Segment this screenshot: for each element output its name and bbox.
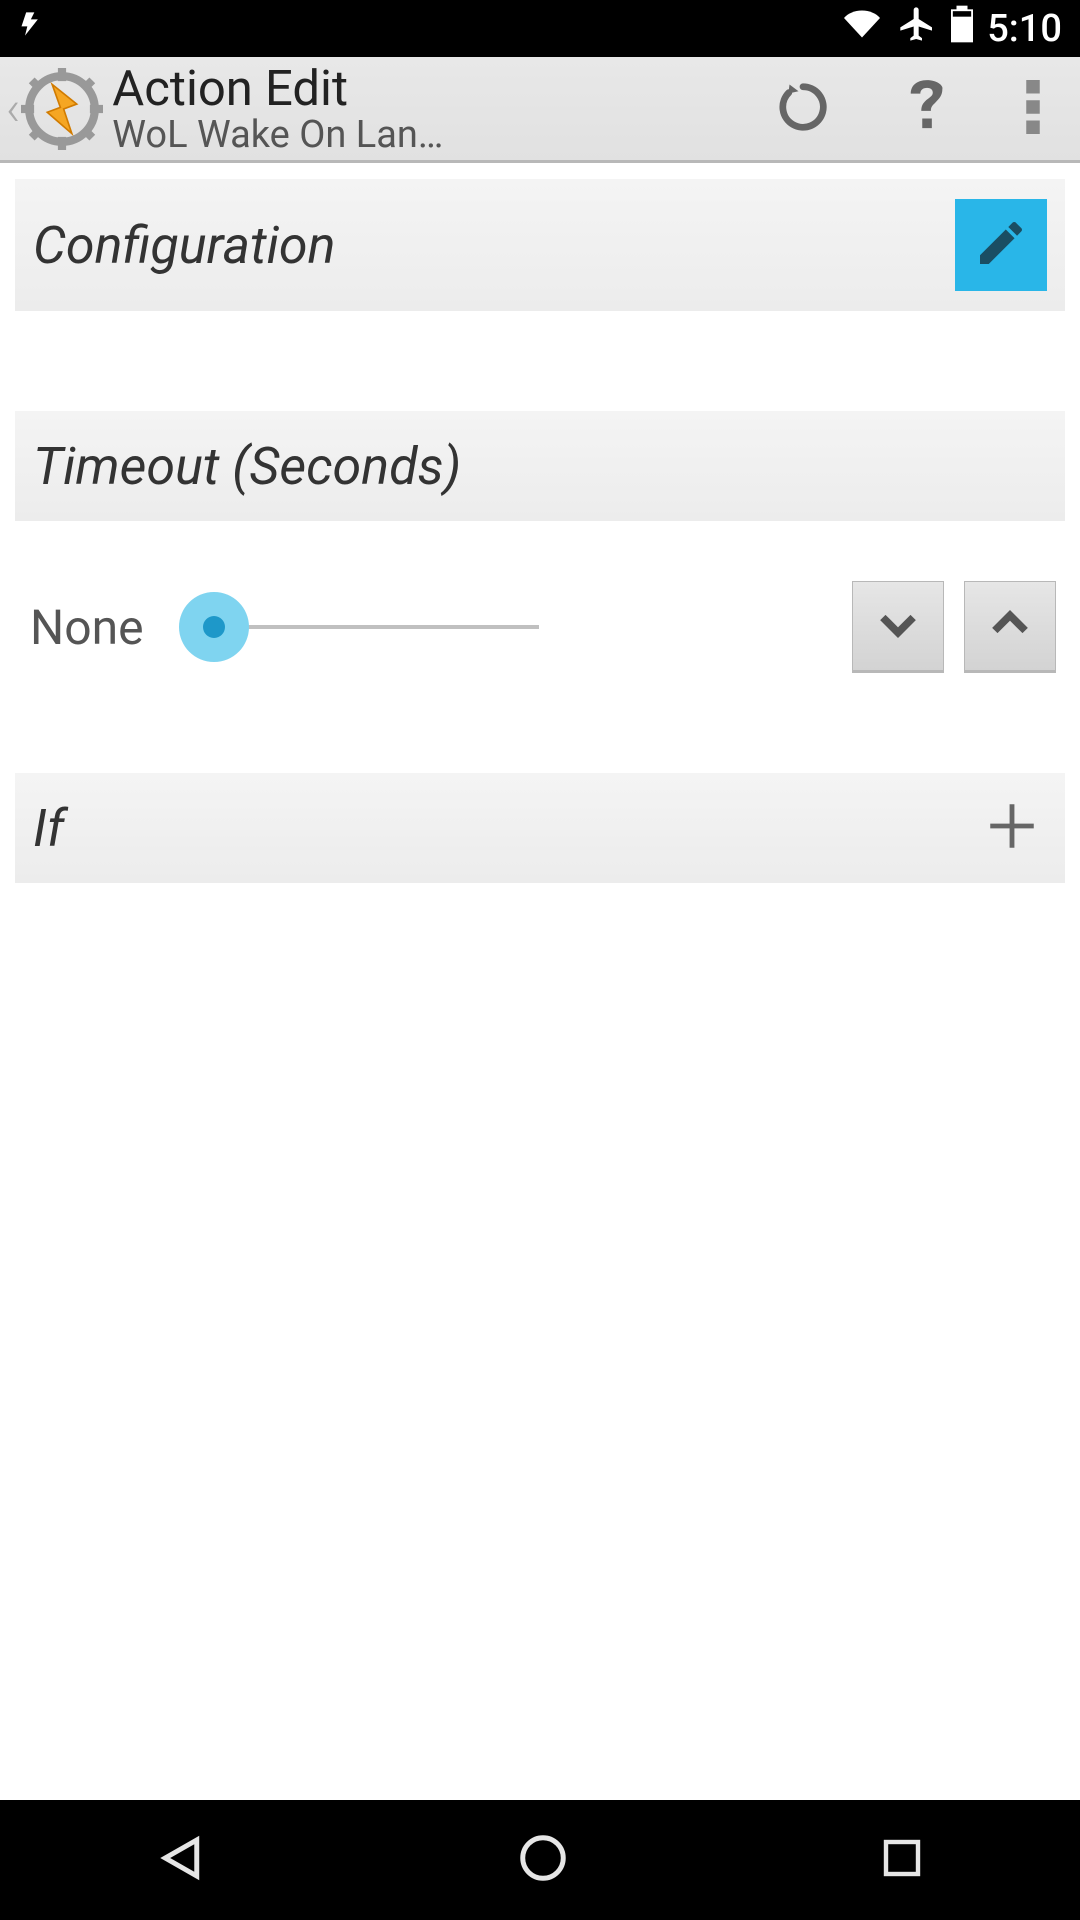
timeout-value: None [30,599,170,656]
slider-thumb[interactable] [179,592,249,662]
timeout-control-row: None [0,521,1080,733]
refresh-button[interactable] [776,80,830,138]
back-button[interactable]: ‹ [6,63,108,155]
nav-recent-button[interactable] [878,1834,926,1886]
configuration-label: Configuration [33,215,335,276]
chevron-down-icon [872,598,924,654]
content-area: Configuration Timeout (Seconds) None [0,163,1080,883]
if-label: If [33,798,64,859]
app-logo-icon [16,63,108,155]
add-condition-button[interactable] [977,793,1047,863]
timeout-label: Timeout (Seconds) [33,436,461,497]
timeout-decrement-button[interactable] [852,581,944,673]
status-bar: 5:10 [0,0,1080,57]
nav-home-button[interactable] [516,1831,570,1889]
app-action-bar: ‹ Action Edit WoL Wake On Lan… [0,57,1080,163]
timeout-slider[interactable] [214,625,539,629]
wifi-icon [841,6,883,52]
timeout-increment-button[interactable] [964,581,1056,673]
airplane-icon [897,4,937,54]
edit-configuration-button[interactable] [955,199,1047,291]
page-subtitle: WoL Wake On Lan… [112,113,776,157]
status-time: 5:10 [987,7,1062,51]
chevron-up-icon [984,598,1036,654]
section-if: If [15,773,1065,883]
overflow-menu-button[interactable] [1026,80,1040,138]
nav-back-button[interactable] [154,1831,208,1889]
pencil-icon [973,215,1029,275]
battery-icon [951,5,973,53]
bolt-icon [18,2,46,56]
help-button[interactable] [905,76,951,142]
plus-icon [983,797,1041,859]
system-nav-bar [0,1800,1080,1920]
section-configuration: Configuration [15,179,1065,311]
page-title: Action Edit [112,60,776,117]
section-timeout: Timeout (Seconds) [15,411,1065,521]
